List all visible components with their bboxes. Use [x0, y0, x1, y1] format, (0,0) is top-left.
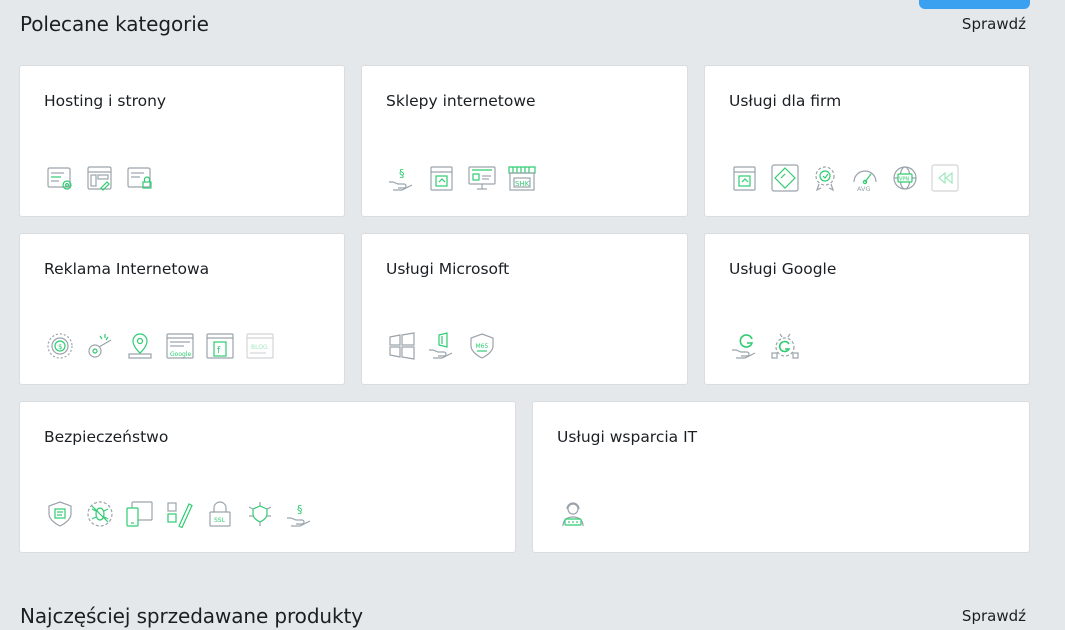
shield-365-icon: M65: [468, 332, 496, 360]
card-title: Usługi Google: [729, 260, 837, 278]
top-blue-button[interactable]: [919, 0, 1030, 9]
category-card-shops[interactable]: Sklepy internetowe § SHK: [361, 65, 688, 217]
rewind-icon: [931, 164, 959, 192]
card-title: Sklepy internetowe: [386, 92, 536, 110]
category-card-microsoft[interactable]: Usługi Microsoft M65: [361, 233, 688, 385]
svg-text:$: $: [58, 343, 62, 351]
document-icon: [731, 164, 759, 192]
shield-network-icon: [246, 500, 274, 528]
google-gear-icon: [771, 332, 799, 360]
card-title: Reklama Internetowa: [44, 260, 210, 278]
bestsellers-check-link[interactable]: Sprawdź: [962, 607, 1026, 625]
svg-text:SHK: SHK: [515, 180, 530, 188]
megaphone-icon: [86, 332, 114, 360]
diamond-tag-icon: [771, 164, 799, 192]
support-agent-icon: [559, 500, 587, 528]
svg-text:BLOG: BLOG: [251, 344, 268, 351]
shop-window-icon: [428, 164, 456, 192]
svg-text:§: §: [297, 503, 303, 516]
hand-office-icon: [428, 332, 456, 360]
svg-text:M65: M65: [476, 343, 489, 350]
card-title: Hosting i strony: [44, 92, 167, 110]
category-card-security[interactable]: Bezpieczeństwo SSL §: [19, 401, 516, 553]
server-settings-icon: [46, 164, 74, 192]
hand-google-icon: [731, 332, 759, 360]
category-card-it-support[interactable]: Usługi wsparcia IT: [532, 401, 1030, 553]
google-ad-icon: Google: [166, 332, 194, 360]
card-title: Usługi dla firm: [729, 92, 842, 110]
shop-awning-icon: SHK: [508, 164, 536, 192]
devices-icon: [126, 500, 154, 528]
map-pin-icon: [126, 332, 154, 360]
svg-text:f: f: [217, 346, 221, 356]
svg-text:VPN: VPN: [899, 177, 909, 183]
speed-gauge-icon: AVG: [851, 164, 879, 192]
social-ad-icon: f: [206, 332, 234, 360]
ssl-lock-icon: SSL: [206, 500, 234, 528]
category-card-google[interactable]: Usługi Google: [704, 233, 1030, 385]
card-title: Usługi Microsoft: [386, 260, 510, 278]
monitor-shop-icon: [468, 164, 496, 192]
blog-icon: BLOG: [246, 332, 274, 360]
featured-section-title: Polecane kategorie: [20, 12, 209, 36]
svg-text:AVG: AVG: [857, 185, 871, 192]
svg-text:Google: Google: [170, 351, 191, 358]
hand-paragraph-icon: §: [388, 164, 416, 192]
category-card-business[interactable]: Usługi dla firm AVG VPN: [704, 65, 1030, 217]
badge-gear-icon: [811, 164, 839, 192]
bug-block-icon: [86, 500, 114, 528]
bestsellers-section-title: Najczęściej sprzedawane produkty: [20, 604, 363, 628]
category-card-hosting[interactable]: Hosting i strony: [19, 65, 345, 217]
hand-paragraph-icon: §: [286, 500, 314, 528]
windows-icon: [388, 332, 416, 360]
card-title: Usługi wsparcia IT: [557, 428, 698, 446]
featured-check-link[interactable]: Sprawdź: [962, 15, 1026, 33]
globe-vpn-icon: VPN: [891, 164, 919, 192]
shield-document-icon: [46, 500, 74, 528]
svg-text:SSL: SSL: [214, 517, 226, 524]
svg-text:§: §: [399, 167, 405, 180]
check-edit-icon: [166, 500, 194, 528]
category-card-advertising[interactable]: Reklama Internetowa $ Google f BLOG: [19, 233, 345, 385]
coin-target-icon: $: [46, 332, 74, 360]
card-title: Bezpieczeństwo: [44, 428, 169, 446]
website-edit-icon: [86, 164, 114, 192]
server-lock-icon: [126, 164, 154, 192]
